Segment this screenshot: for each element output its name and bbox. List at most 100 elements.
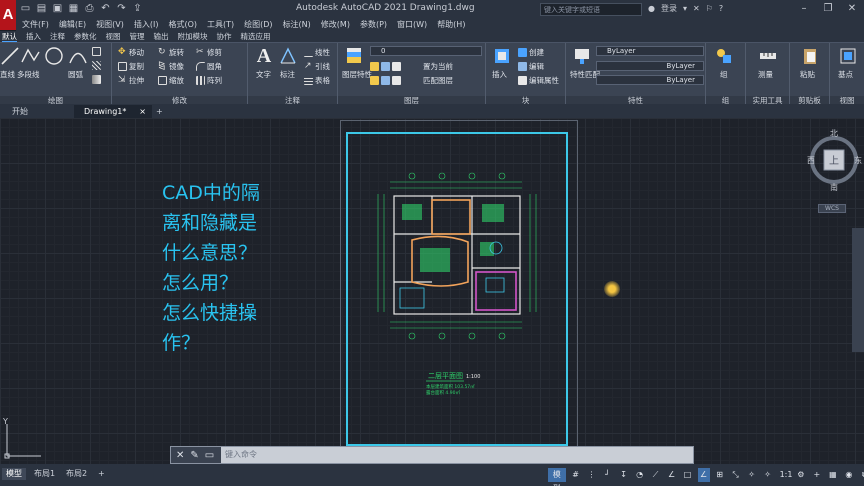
polyline-icon[interactable] [20,46,40,66]
text-icon[interactable]: A [254,46,274,66]
polar-icon[interactable]: ◔ [634,468,646,482]
match-properties-icon[interactable] [572,46,592,66]
share-icon[interactable]: ⇪ [132,3,143,14]
group-icon[interactable] [714,46,734,66]
tab-start[interactable]: 开始 [2,105,72,118]
layer-properties-label[interactable]: 图层特性 [342,69,372,80]
annotation-visibility-icon[interactable]: ✧ [746,468,758,482]
set-current-button[interactable]: 置为当前 [423,61,453,72]
dimension-icon[interactable] [278,46,298,66]
wcs-menu[interactable]: WCS [818,204,846,213]
tab-layout1[interactable]: 布局1 [30,468,59,480]
undo-icon[interactable]: ↶ [100,3,111,14]
tab-featured-apps[interactable]: 精选应用 [241,31,271,42]
menu-draw[interactable]: 绘图(D) [244,18,272,31]
ortho-icon[interactable]: ↧ [618,468,630,482]
table-tool[interactable]: 表格 [304,75,330,86]
menu-window[interactable]: 窗口(W) [397,18,427,31]
insert-label[interactable]: 插入 [492,69,507,80]
selection-cycling-icon[interactable]: ⤡ [730,468,742,482]
edit-block-tool[interactable]: 编辑 [518,61,544,72]
edit-attribute-tool[interactable]: 编辑属性 [518,75,559,86]
autocad-logo[interactable]: A [0,0,16,30]
copy-tool[interactable]: 复制 [118,61,144,72]
arc-label[interactable]: 圆弧 [68,69,83,80]
layer-state-icon[interactable] [370,62,379,71]
dynamic-input-icon[interactable]: ┘ [602,468,614,482]
create-block-tool[interactable]: 创建 [518,47,544,58]
grid-icon[interactable]: # [570,468,582,482]
customize-icon[interactable]: ✎ [190,450,198,461]
mirror-tool[interactable]: ⧎ 镜像 [158,61,184,72]
move-tool[interactable]: ✥ 移动 [118,47,144,58]
exchange-icon[interactable]: ✕ [693,4,700,13]
menu-dimension[interactable]: 标注(N) [283,18,311,31]
tab-annotate[interactable]: 注释 [50,31,65,42]
recent-commands-icon[interactable]: ▭ [205,450,214,461]
tab-parametric[interactable]: 参数化 [74,31,97,42]
tab-collaborate[interactable]: 协作 [217,31,232,42]
measure-label[interactable]: 测量 [758,69,773,80]
print-icon[interactable]: ⎙ [84,3,95,14]
text-label[interactable]: 文字 [256,69,271,80]
tab-addins[interactable]: 附加模块 [178,31,208,42]
autoscale-icon[interactable]: ✧ [762,468,774,482]
new-file-icon[interactable]: ▭ [20,3,31,14]
login-link[interactable]: 登录 [661,3,677,14]
linetype-dropdown[interactable]: ByLayer [596,61,704,71]
scale-tool[interactable]: 缩放 [158,75,184,86]
transparency-icon[interactable]: ⊞ [714,468,726,482]
hatch-tool[interactable] [92,61,101,70]
menu-view[interactable]: 视图(V) [96,18,124,31]
community-icon[interactable]: ⚐ [706,4,713,13]
paste-label[interactable]: 粘贴 [800,69,815,80]
isodraft-icon[interactable]: ⟋ [650,468,662,482]
cart-icon[interactable]: ▾ [683,4,687,13]
lineweight-dropdown[interactable]: ByLayer [596,75,704,85]
rotate-tool[interactable]: ↻ 旋转 [158,47,184,58]
save-icon[interactable]: ▣ [52,3,63,14]
layer-properties-icon[interactable] [344,46,364,66]
close-icon[interactable]: ✕ [840,0,864,18]
leader-tool[interactable]: ↗ 引线 [304,61,330,72]
dimension-label[interactable]: 标注 [280,69,295,80]
snap-icon[interactable]: ⋮ [586,468,598,482]
units-icon[interactable]: ▦ [827,468,839,482]
navigation-bar[interactable] [852,228,864,352]
maximize-icon[interactable]: ❐ [816,0,840,18]
paste-icon[interactable] [800,46,820,66]
linear-dim-tool[interactable]: 线性 [304,47,330,58]
tab-home[interactable]: 默认 [2,31,17,42]
menu-format[interactable]: 格式(O) [168,18,197,31]
command-input[interactable]: 键入命令 [225,449,257,460]
trim-tool[interactable]: ✂ 修剪 [196,47,222,58]
annotation-monitor-icon[interactable]: + [811,468,823,482]
minimize-icon[interactable]: – [792,0,816,18]
menu-edit[interactable]: 编辑(E) [59,18,86,31]
array-tool[interactable]: 阵列 [196,75,222,86]
base-view-icon[interactable] [838,46,858,66]
line-label[interactable]: 直线 [0,69,15,80]
hardware-acceleration-icon[interactable]: ◉ [843,468,855,482]
gradient-tool[interactable] [92,75,101,84]
tab-model[interactable]: 模型 [2,468,26,480]
menu-tools[interactable]: 工具(T) [207,18,234,31]
new-layout-button[interactable]: + [94,468,109,480]
arc-icon[interactable] [68,46,88,66]
lineweight-icon[interactable]: ∠ [697,468,710,482]
tab-drawing1[interactable]: Drawing1* × [74,105,152,118]
menu-parametric[interactable]: 参数(P) [360,18,387,31]
fillet-tool[interactable]: 圆角 [196,61,222,72]
match-layer-button[interactable]: 匹配图层 [423,75,453,86]
rectangle-tool[interactable] [92,47,101,56]
circle-icon[interactable] [44,46,64,66]
layer-freeze-icon[interactable] [370,76,379,85]
tab-view[interactable]: 视图 [106,31,121,42]
menu-help[interactable]: 帮助(H) [437,18,465,31]
stretch-tool[interactable]: ⇲ 拉伸 [118,75,144,86]
help-icon[interactable]: ? [719,4,723,13]
layer-off-icon[interactable] [392,62,401,71]
isolate-objects-icon[interactable]: ⧉ [859,468,864,482]
close-tab-icon[interactable]: × [139,105,146,118]
group-label[interactable]: 组 [720,69,728,80]
